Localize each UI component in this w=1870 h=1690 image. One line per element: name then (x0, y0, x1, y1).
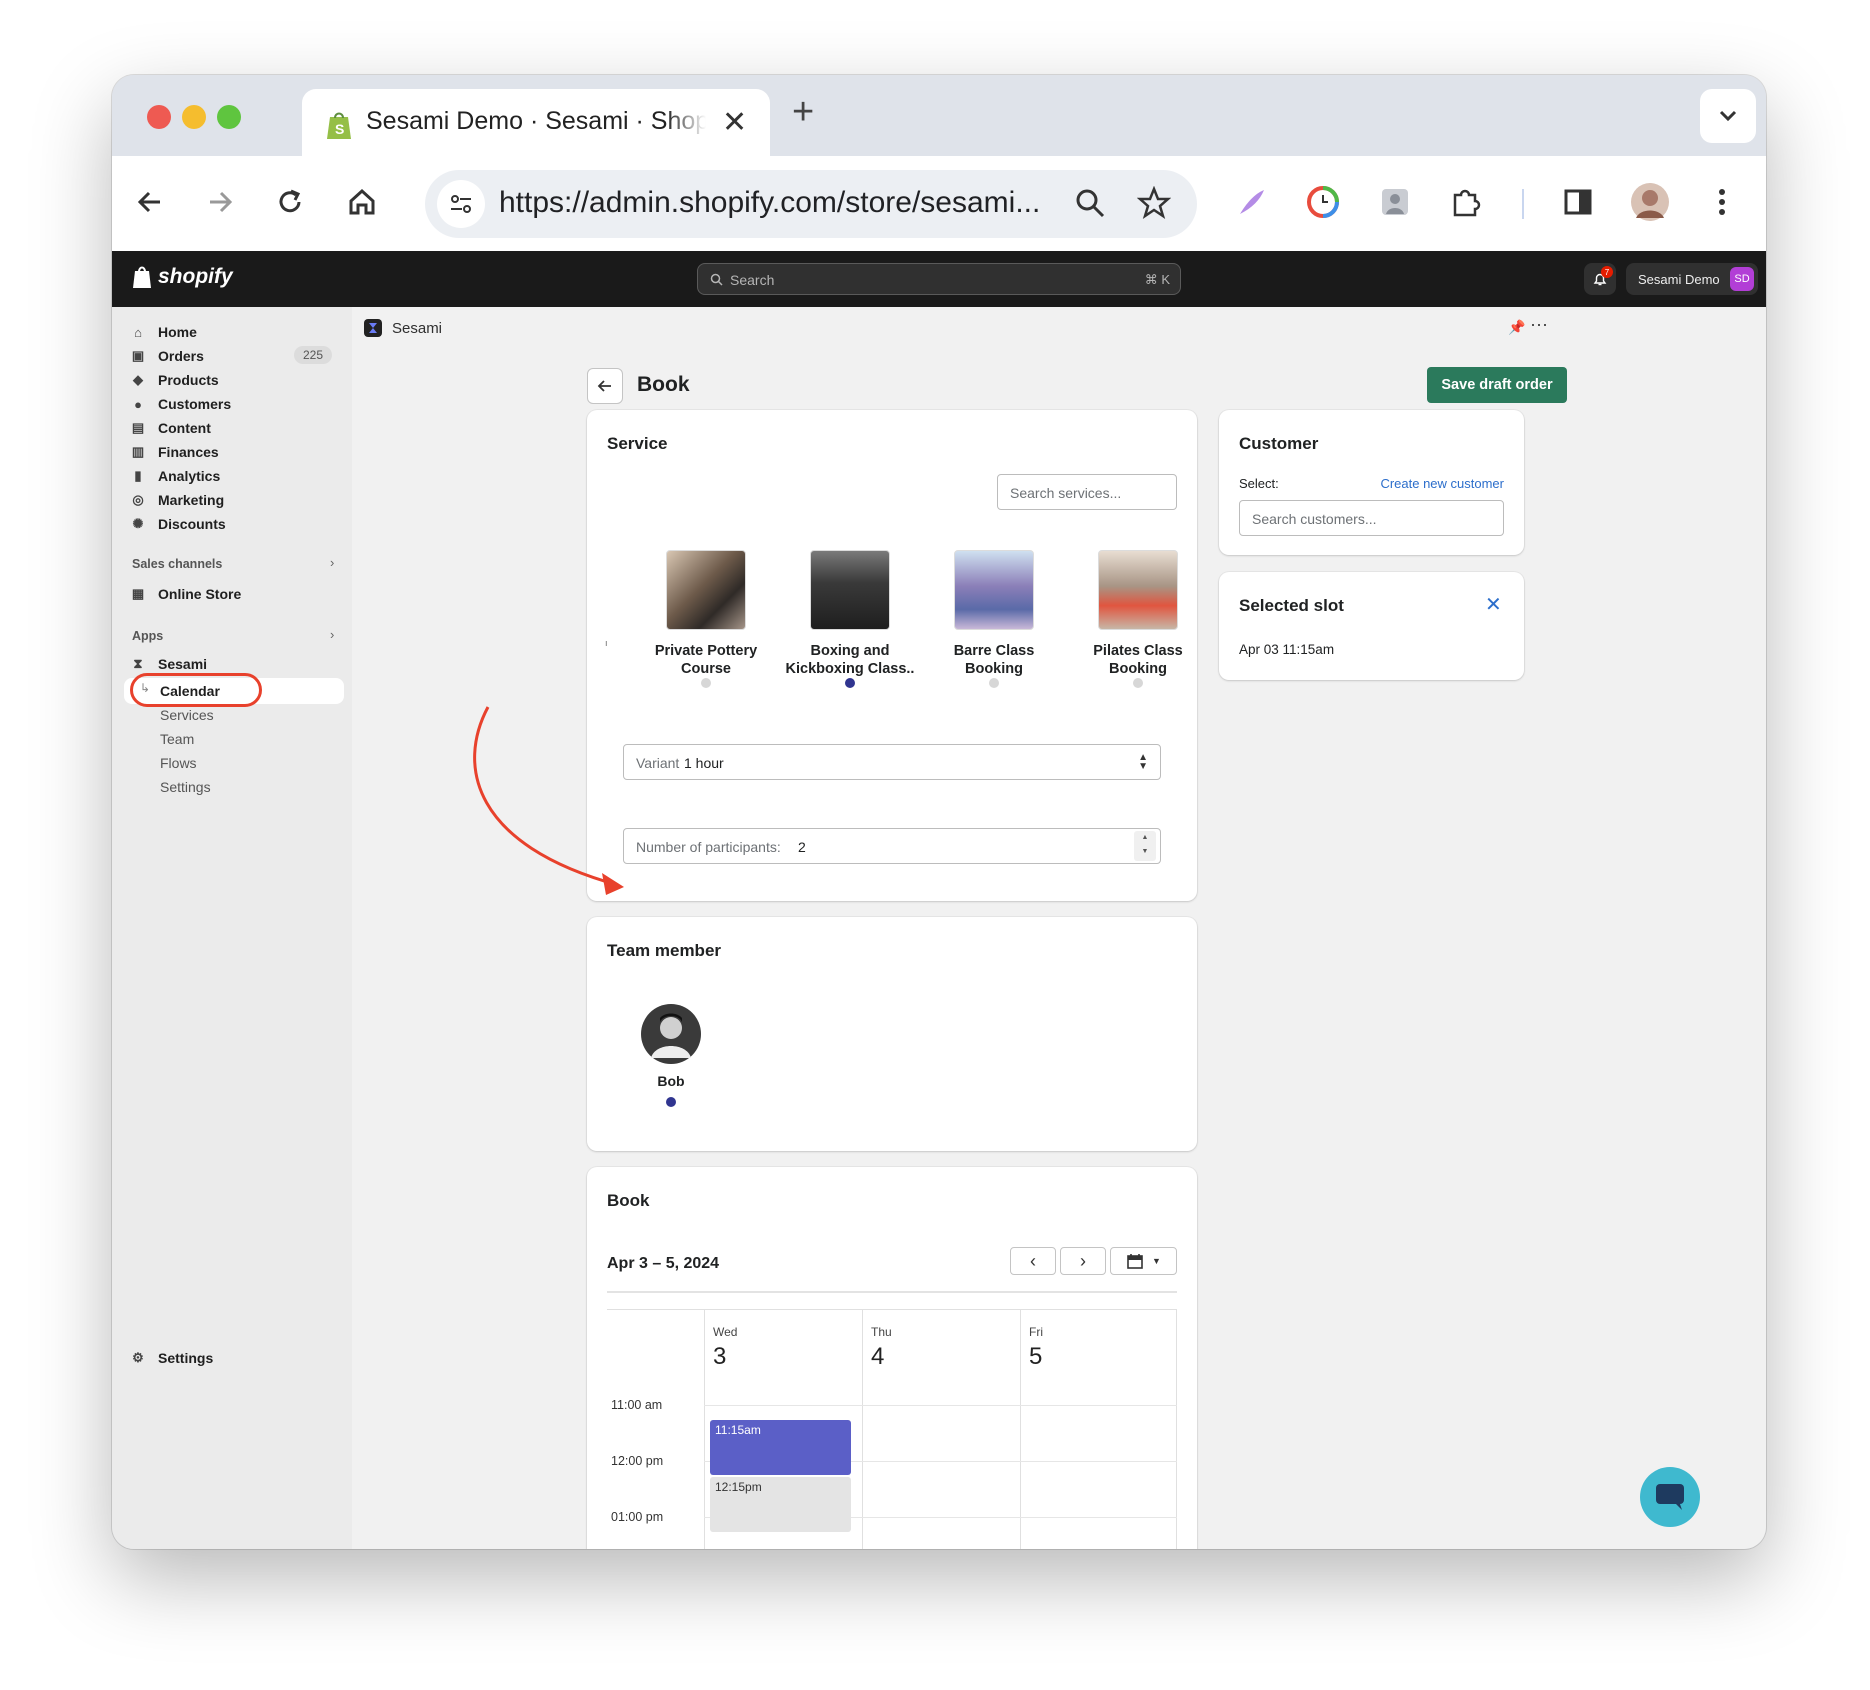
annotation-arrow (473, 706, 624, 895)
browser-window: S Sesami Demo · Sesami · Shopify ✕ + htt… (112, 75, 1766, 1549)
